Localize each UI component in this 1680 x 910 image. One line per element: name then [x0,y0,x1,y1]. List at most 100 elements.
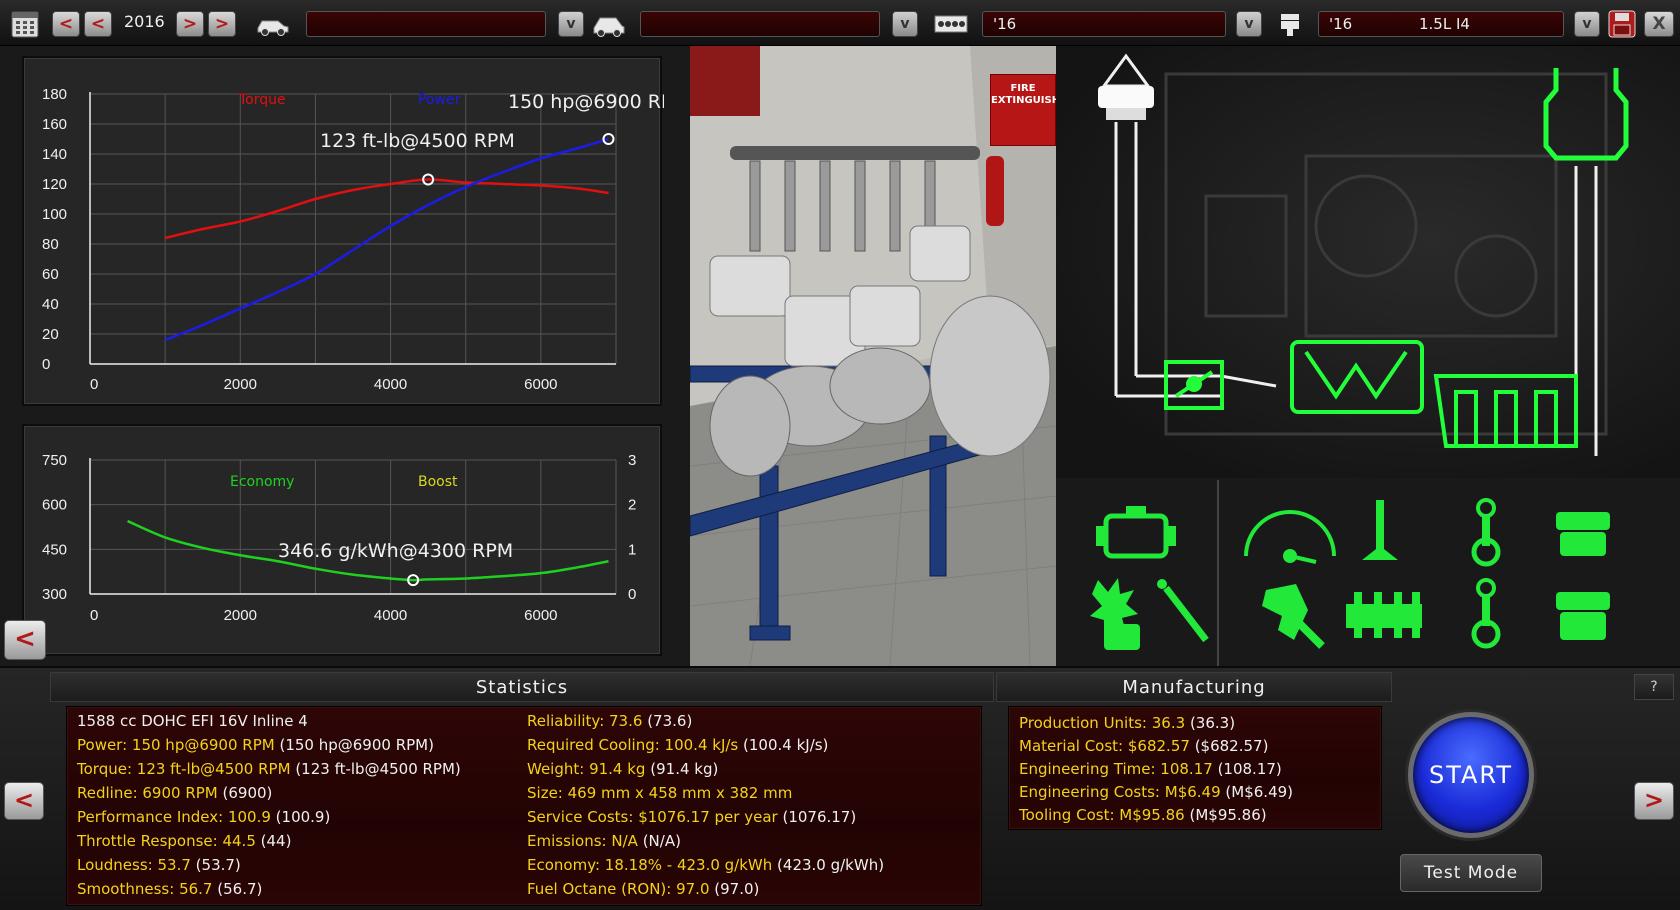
stat-left-key: Performance Index: 100.9 [77,808,271,826]
x-tick-label: 2000 [224,607,257,624]
ignition-part-icon[interactable] [1090,578,1140,650]
stat-left-key: Smoothness: 56.7 [77,880,213,898]
economy-chart: 750 600 450 300 3210 0 2000 4000 6000 Economy … [22,424,662,656]
piston-ring-part-icon[interactable] [1556,592,1610,640]
model-dropdown-button[interactable]: v [558,11,584,37]
y-tick-label: 40 [42,296,59,313]
variant-dropdown-button[interactable]: v [1574,11,1600,37]
year-next-button[interactable]: > [176,11,204,37]
engine-block-icon [934,14,968,38]
year-prev-fast-button[interactable]: < [52,11,80,37]
engine-title: 1588 cc DOHC EFI 16V Inline 4 [77,712,308,730]
air-filter-icon[interactable] [1098,53,1154,120]
stat-left-key: Loudness: 53.7 [77,856,191,874]
stat-right-row: Required Cooling: 100.4 kJ/s (100.4 kJ/s… [527,735,828,755]
manufacturing-box: Production Units: 36.3 (36.3) Material Co… [1008,706,1382,830]
model-field[interactable] [306,11,546,37]
close-icon[interactable]: X [1644,11,1674,37]
mfg-key: Tooling Cost: M$95.86 [1019,806,1185,824]
stat-right-row: Emissions: N/A (N/A) [527,831,681,851]
engine-block-part-icon[interactable] [1096,506,1176,559]
variant-year: '16 [1329,15,1353,33]
stat-left-value: (53.7) [195,856,241,874]
back-button[interactable]: < [4,620,46,660]
torque-peak-label: 123 ft-lb@4500 RPM [320,130,515,152]
y-tick-label: 600 [42,497,67,514]
help-button[interactable]: ? [1634,674,1674,700]
piston-icon [1278,12,1302,42]
gauge-part-icon[interactable] [1244,510,1336,564]
y-tick-label: 160 [42,116,67,133]
stat-left-value: (44) [260,832,292,850]
part-selection-grid [1056,480,1680,666]
connecting-rod-top-icon[interactable] [1471,498,1501,567]
stat-right-key: Service Costs: $1076.17 per year [527,808,778,826]
piston-part-icon[interactable] [1556,512,1610,556]
stat-right-row: Economy: 18.18% - 423.0 g/kWh (423.0 g/k… [527,855,884,875]
statistics-box: 1588 cc DOHC EFI 16V Inline 4 Power: 150… [66,706,982,906]
test-mode-button[interactable]: Test Mode [1400,854,1542,892]
year-next-fast-button[interactable]: > [208,11,236,37]
mfg-row: Production Units: 36.3 (36.3) [1019,713,1235,733]
engine-3d-view[interactable]: FIRE EXTINGUISHER [690,46,1056,666]
exhaust-pipe-icon[interactable] [1543,68,1629,161]
calendar-icon[interactable] [10,9,40,43]
y-tick-label: 300 [42,586,67,603]
intake-manifold-icon[interactable] [1290,340,1424,414]
y-tick-label: 20 [42,326,59,343]
tools-part-icon[interactable] [1262,584,1325,649]
stat-left-key: Throttle Response: 44.5 [77,832,256,850]
y-tick-label: 80 [42,236,59,253]
stat-right-row: Weight: 91.4 kg (91.4 kg) [527,759,718,779]
year-value: 2016 [124,12,165,31]
mfg-value: (108.17) [1217,760,1282,778]
mfg-row: Engineering Time: 108.17 (108.17) [1019,759,1282,779]
mfg-value: ($682.57) [1194,737,1269,755]
stat-right-row: Size: 469 mm x 458 mm x 382 mm [527,783,792,803]
statistics-header: Statistics [50,672,994,702]
y2-tick-label: 3 [628,452,636,469]
power-chart-y-ticks: 180 160 140 120 100 80 60 40 20 0 [42,86,67,373]
mfg-value: (M$95.86) [1189,806,1267,824]
year-prev-button[interactable]: < [84,11,112,37]
prev-page-button[interactable]: < [4,782,44,820]
stat-left-key: Power: 150 hp@6900 RPM [77,736,275,754]
save-icon[interactable] [1608,10,1636,42]
y-tick-label: 450 [42,541,67,558]
stat-left-row: Torque: 123 ft-lb@4500 RPM (123 ft-lb@45… [77,759,461,779]
variant-field[interactable]: '16 1.5L I4 [1318,11,1564,37]
connecting-rod-bottom-icon[interactable] [1471,578,1501,649]
next-page-button[interactable]: > [1634,782,1674,820]
legend-power: Power [418,92,461,108]
stat-right-row: Fuel Octane (RON): 97.0 (97.0) [527,879,759,899]
economy-chart-y-ticks: 750 600 450 300 [42,452,67,603]
manufacturing-header: Manufacturing [996,672,1392,702]
mfg-key: Production Units: 36.3 [1019,714,1186,732]
mfg-row: Material Cost: $682.57 ($682.57) [1019,736,1268,756]
stat-left-row: Smoothness: 56.7 (56.7) [77,879,262,899]
stat-left-value: (56.7) [217,880,263,898]
start-button[interactable]: START [1408,712,1534,838]
trim-field[interactable] [640,11,880,37]
x-tick-label: 6000 [524,607,557,624]
power-torque-chart: 180 160 140 120 100 80 60 40 20 0 0 2000 4000 6000 T… [22,56,664,406]
throttle-body-icon[interactable] [1164,360,1224,410]
engine-family-field[interactable]: '16 [982,11,1226,37]
stat-left-key: Torque: 123 ft-lb@4500 RPM [77,760,291,778]
spark-plug-part-icon[interactable] [1157,579,1209,643]
stat-right-value: (91.4 kg) [650,760,719,778]
stat-left-row: Redline: 6900 RPM (6900) [77,783,272,803]
stat-left-value: (100.9) [275,808,331,826]
engine-family-dropdown-button[interactable]: v [1236,11,1262,37]
schematic-diagram [1098,53,1629,456]
intake-part-icon[interactable] [1346,592,1422,638]
car-icon [256,14,290,40]
power-chart-x-ticks: 0 2000 4000 6000 [90,376,558,393]
trim-dropdown-button[interactable]: v [892,11,918,37]
mfg-row: Tooling Cost: M$95.86 (M$95.86) [1019,805,1267,825]
fire-extinguisher-sign: FIRE EXTINGUISHER [990,74,1056,146]
valve-part-icon[interactable] [1362,500,1398,560]
engine-schematic [1056,46,1680,478]
stat-right-value: (100.4 kJ/s) [743,736,829,754]
power-peak-label: 150 hp@6900 RPM [508,91,664,113]
